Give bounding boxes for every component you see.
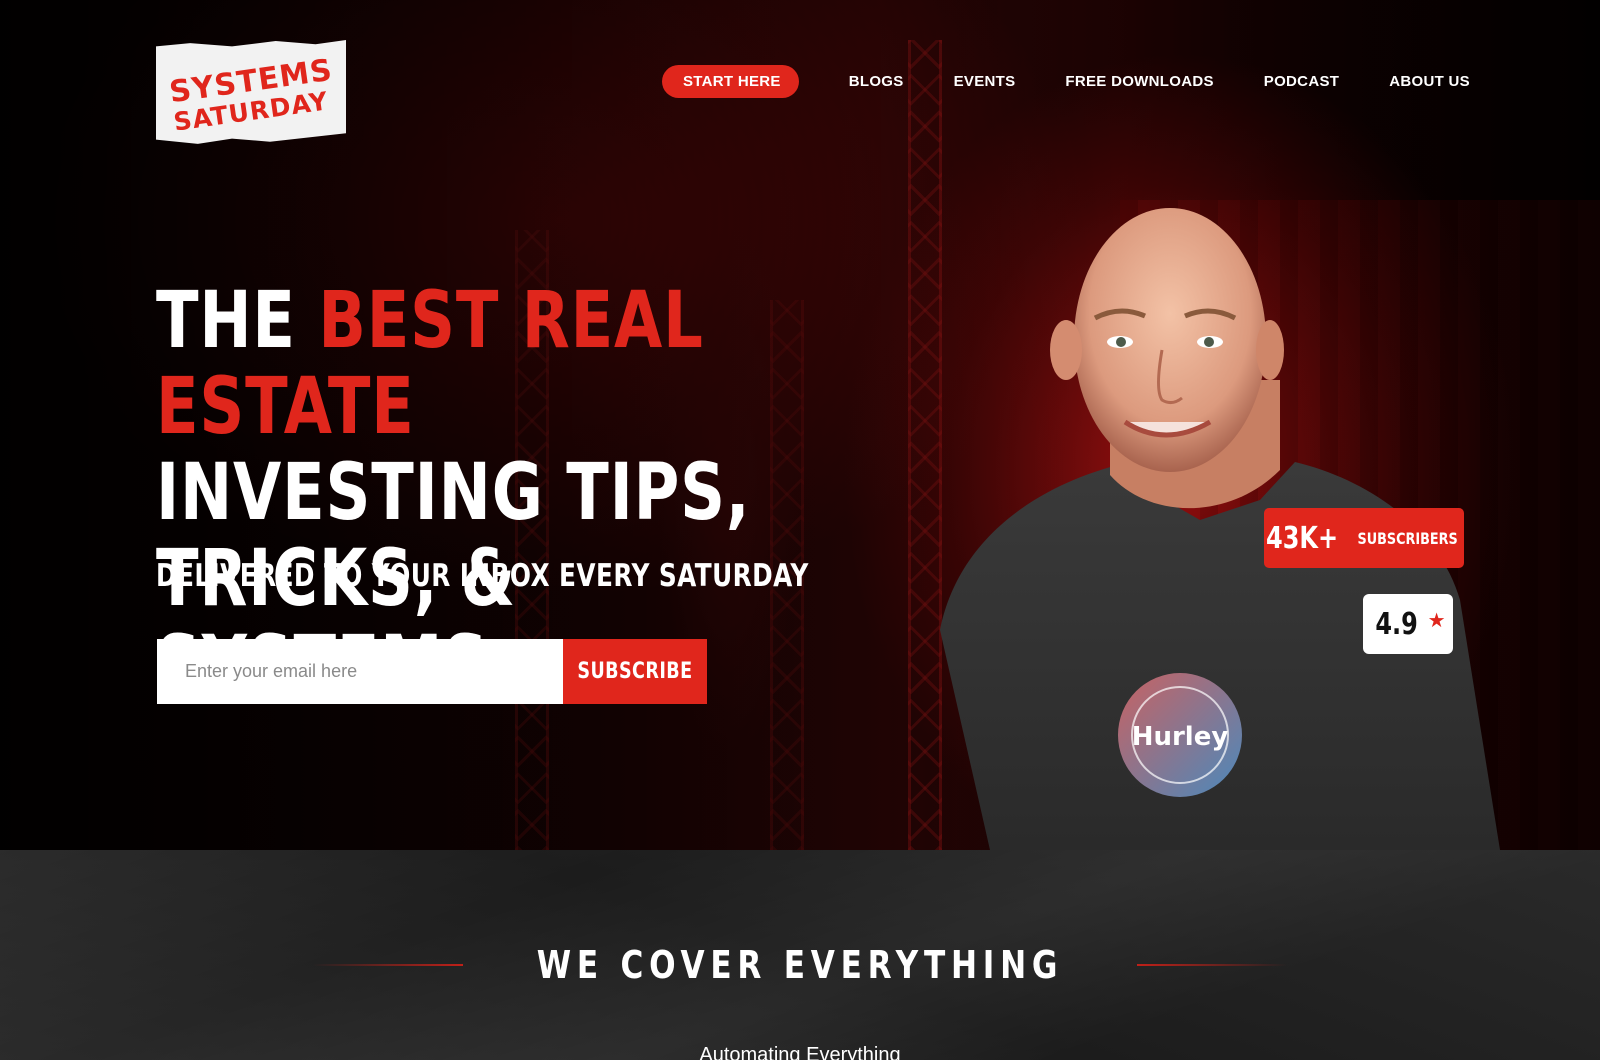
subscribers-badge: 43K+ SUBSCRIBERS: [1264, 508, 1464, 568]
subscribe-button[interactable]: SUBSCRIBE: [563, 639, 707, 704]
email-input[interactable]: [157, 639, 563, 704]
newsletter-form: SUBSCRIBE: [157, 639, 707, 704]
subscribers-label: SUBSCRIBERS: [1357, 528, 1459, 548]
main-nav: START HERE BLOGS EVENTS FREE DOWNLOADS P…: [662, 64, 1470, 98]
headline-part-white: THE: [156, 276, 319, 366]
nav-start-here[interactable]: START HERE: [662, 64, 799, 98]
subscribe-button-label: SUBSCRIBE: [577, 659, 693, 684]
title-divider-right: [1137, 964, 1287, 966]
rating-badge: 4.9 ★: [1363, 594, 1453, 654]
subscribers-count: 43K+: [1266, 520, 1339, 556]
site-logo[interactable]: SYSTEMS SATURDAY: [156, 40, 346, 144]
shirt-logo-text: Hurley: [1132, 722, 1229, 752]
section-subtitle: Automating Everything: [699, 1044, 901, 1060]
rating-value: 4.9: [1375, 606, 1419, 642]
section-title: WE COVER EVERYTHING: [536, 943, 1064, 987]
nav-free-downloads[interactable]: FREE DOWNLOADS: [1065, 73, 1213, 90]
headline-line2: INVESTING TIPS,: [156, 448, 751, 538]
hero-subheadline: DELIVERED TO YOUR INBOX EVERY SATURDAY: [156, 558, 809, 594]
nav-podcast[interactable]: PODCAST: [1264, 73, 1339, 90]
title-divider-left: [312, 964, 463, 966]
star-icon: ★: [1427, 609, 1446, 632]
nav-events[interactable]: EVENTS: [954, 73, 1016, 90]
section-title-row: WE COVER EVERYTHING: [0, 943, 1600, 987]
nav-blogs[interactable]: BLOGS: [849, 73, 904, 90]
nav-about-us[interactable]: ABOUT US: [1389, 73, 1470, 90]
